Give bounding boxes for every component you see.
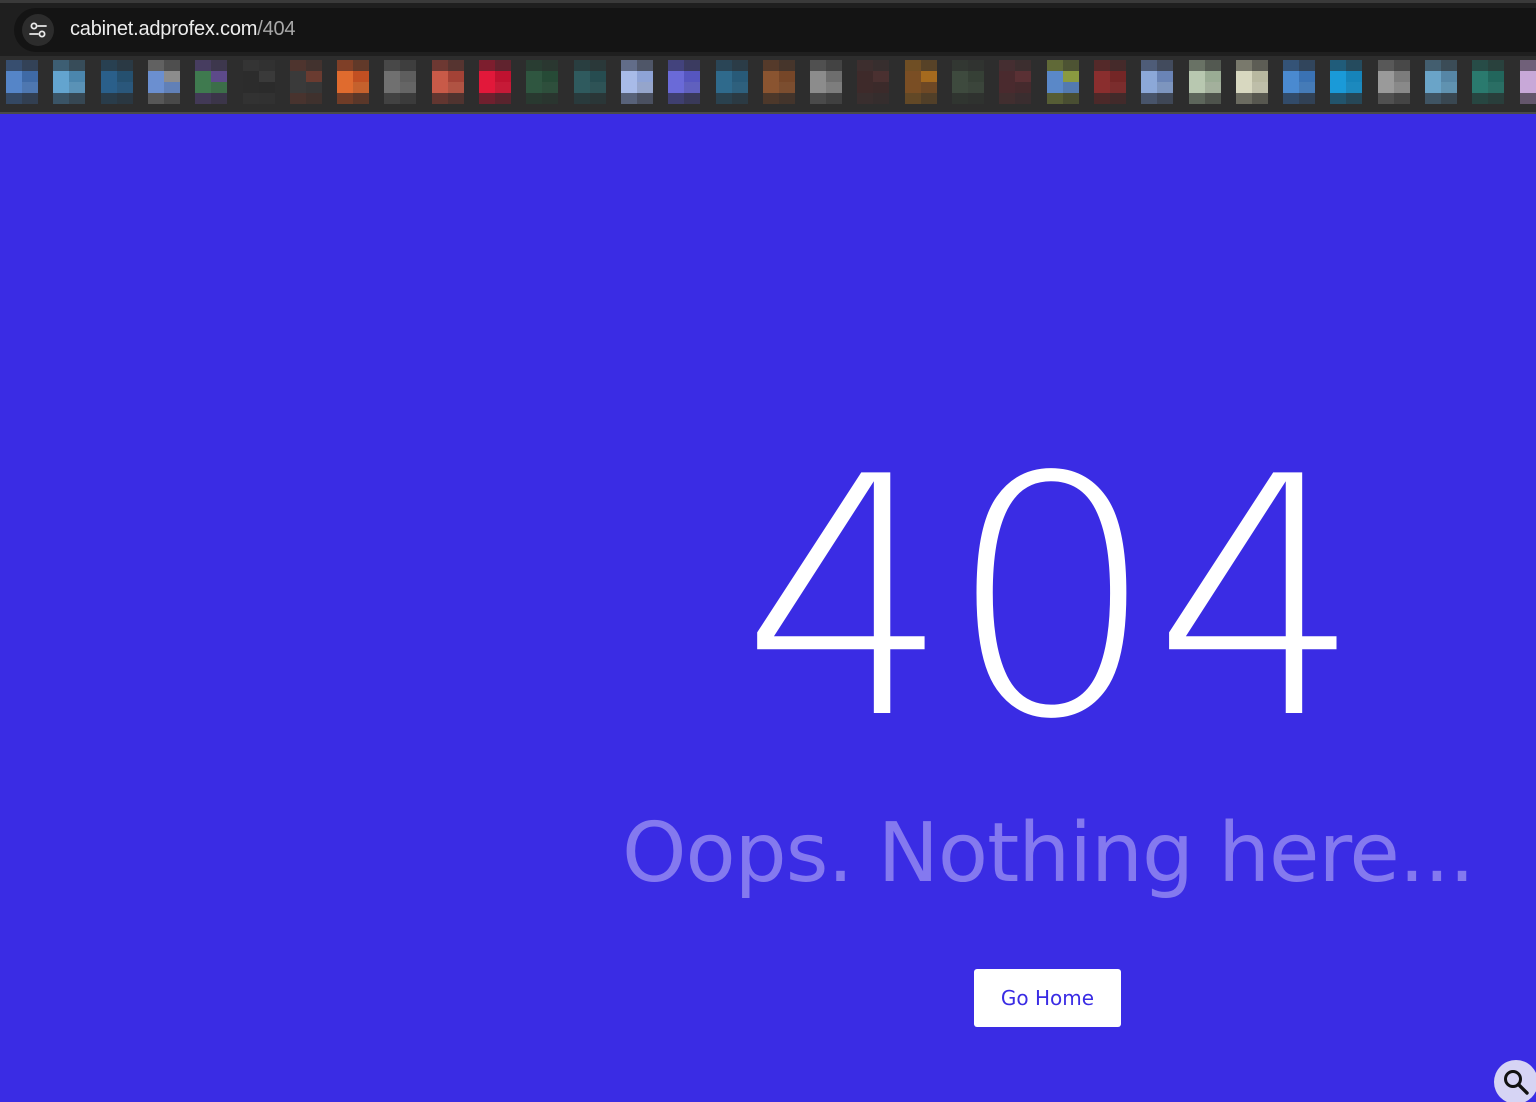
bookmark-item[interactable]	[1283, 60, 1315, 104]
bookmark-item[interactable]	[337, 60, 369, 104]
bookmark-item[interactable]	[621, 60, 653, 104]
url-host: cabinet.adprofex.com	[70, 18, 258, 40]
bookmark-item[interactable]	[1189, 60, 1221, 104]
bookmark-item[interactable]	[384, 60, 416, 104]
bookmark-item[interactable]	[195, 60, 227, 104]
bookmark-item[interactable]	[999, 60, 1031, 104]
bookmark-item[interactable]	[574, 60, 606, 104]
bookmark-item[interactable]	[952, 60, 984, 104]
bookmark-item[interactable]	[432, 60, 464, 104]
browser-window: cabinet.adprofex.com/404 404 Oops. Nothi…	[0, 0, 1536, 1102]
bookmark-item[interactable]	[1094, 60, 1126, 104]
bookmark-item[interactable]	[243, 60, 275, 104]
error-page: 404 Oops. Nothing here... Go Home	[0, 114, 1536, 1102]
bookmark-item[interactable]	[526, 60, 558, 104]
bookmark-item[interactable]	[1378, 60, 1410, 104]
bookmarks-bar	[0, 56, 1536, 114]
bookmark-item[interactable]	[905, 60, 937, 104]
bookmark-item[interactable]	[763, 60, 795, 104]
bookmark-item[interactable]	[53, 60, 85, 104]
bookmark-item[interactable]	[6, 60, 38, 104]
bookmark-item[interactable]	[101, 60, 133, 104]
bookmark-item[interactable]	[1520, 60, 1536, 104]
error-message: Oops. Nothing here...	[621, 806, 1475, 901]
bookmark-item[interactable]	[668, 60, 700, 104]
bookmark-item[interactable]	[1236, 60, 1268, 104]
bookmark-item[interactable]	[148, 60, 180, 104]
url-text[interactable]: cabinet.adprofex.com/404	[70, 18, 296, 41]
address-bar: cabinet.adprofex.com/404	[0, 0, 1536, 56]
bookmark-item[interactable]	[1425, 60, 1457, 104]
bookmark-item[interactable]	[479, 60, 511, 104]
bookmark-item[interactable]	[1330, 60, 1362, 104]
omnibox[interactable]: cabinet.adprofex.com/404	[14, 8, 1536, 52]
zoom-button[interactable]	[1494, 1060, 1536, 1102]
url-path: /404	[257, 18, 296, 40]
site-info-button[interactable]	[22, 14, 54, 46]
error-code: 404	[741, 407, 1363, 791]
bookmark-item[interactable]	[1141, 60, 1173, 104]
bookmark-item[interactable]	[716, 60, 748, 104]
bookmark-item[interactable]	[1472, 60, 1504, 104]
bookmark-item[interactable]	[857, 60, 889, 104]
go-home-button[interactable]: Go Home	[974, 969, 1121, 1027]
bookmark-item[interactable]	[810, 60, 842, 104]
bookmark-item[interactable]	[290, 60, 322, 104]
bookmark-item[interactable]	[1047, 60, 1079, 104]
